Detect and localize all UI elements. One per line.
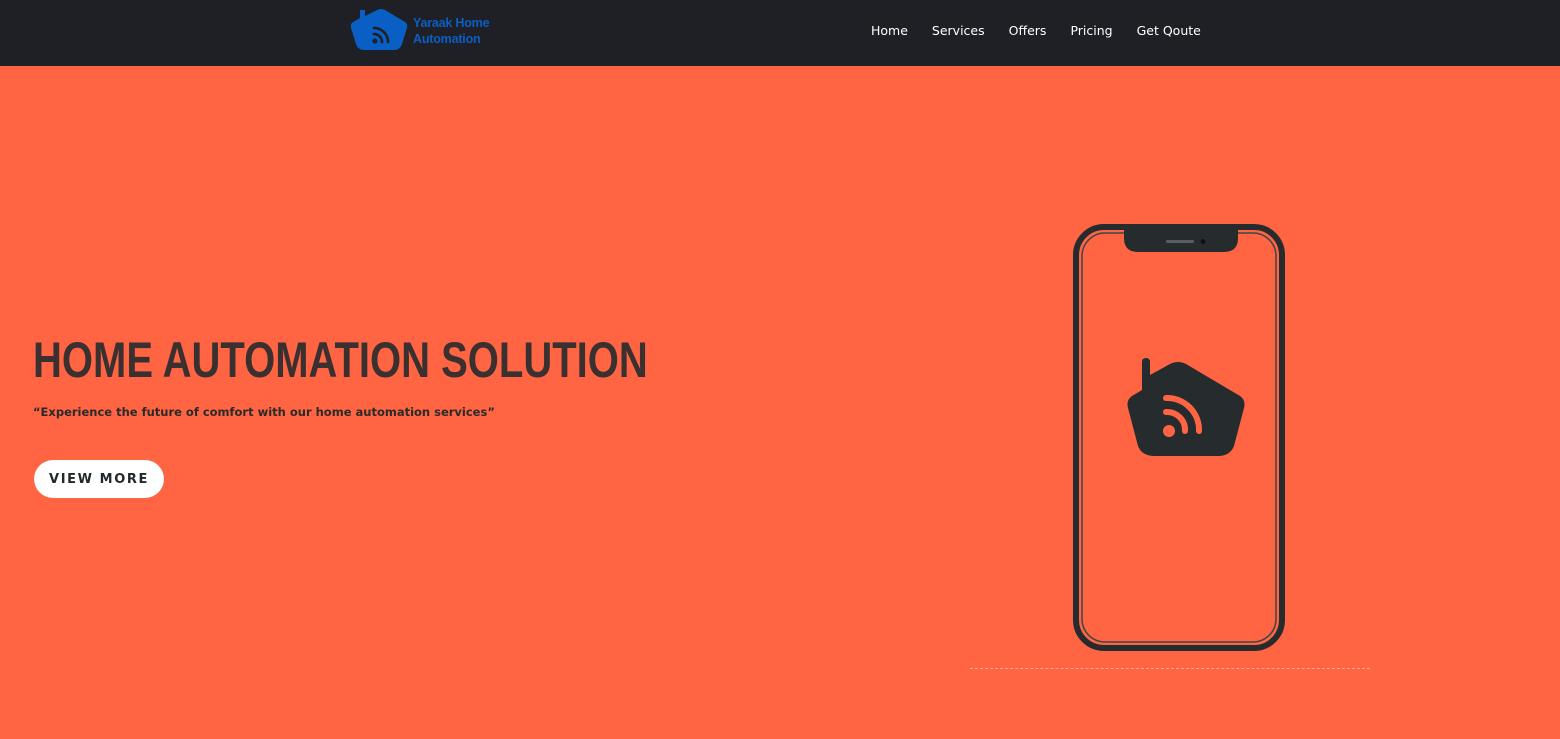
nav-home[interactable]: Home [871,22,908,40]
house-wifi-icon [350,9,408,50]
nav-services[interactable]: Services [932,22,985,40]
hero-title: HOME AUTOMATION SOLUTION [33,332,648,388]
main-nav: Home Services Offers Pricing Get Qoute [871,22,1225,40]
logo-text: Yaraak Home Automation [413,16,490,46]
page: Yaraak Home Automation Home Services Off… [0,0,1560,739]
phone-camera [1200,239,1206,244]
nav-offers[interactable]: Offers [1009,22,1047,40]
smartphone-icon [1073,224,1285,651]
nav-get-quote[interactable]: Get Qoute [1137,22,1201,40]
phone-speaker [1166,240,1194,243]
hero-subtitle: “Experience the future of comfort with o… [33,405,495,419]
site-logo[interactable]: Yaraak Home Automation [350,8,510,52]
top-navbar: Yaraak Home Automation Home Services Off… [0,0,1560,66]
nav-pricing[interactable]: Pricing [1070,22,1112,40]
decorative-divider [970,668,1370,669]
view-more-button[interactable]: VIEW MORE [34,460,164,498]
